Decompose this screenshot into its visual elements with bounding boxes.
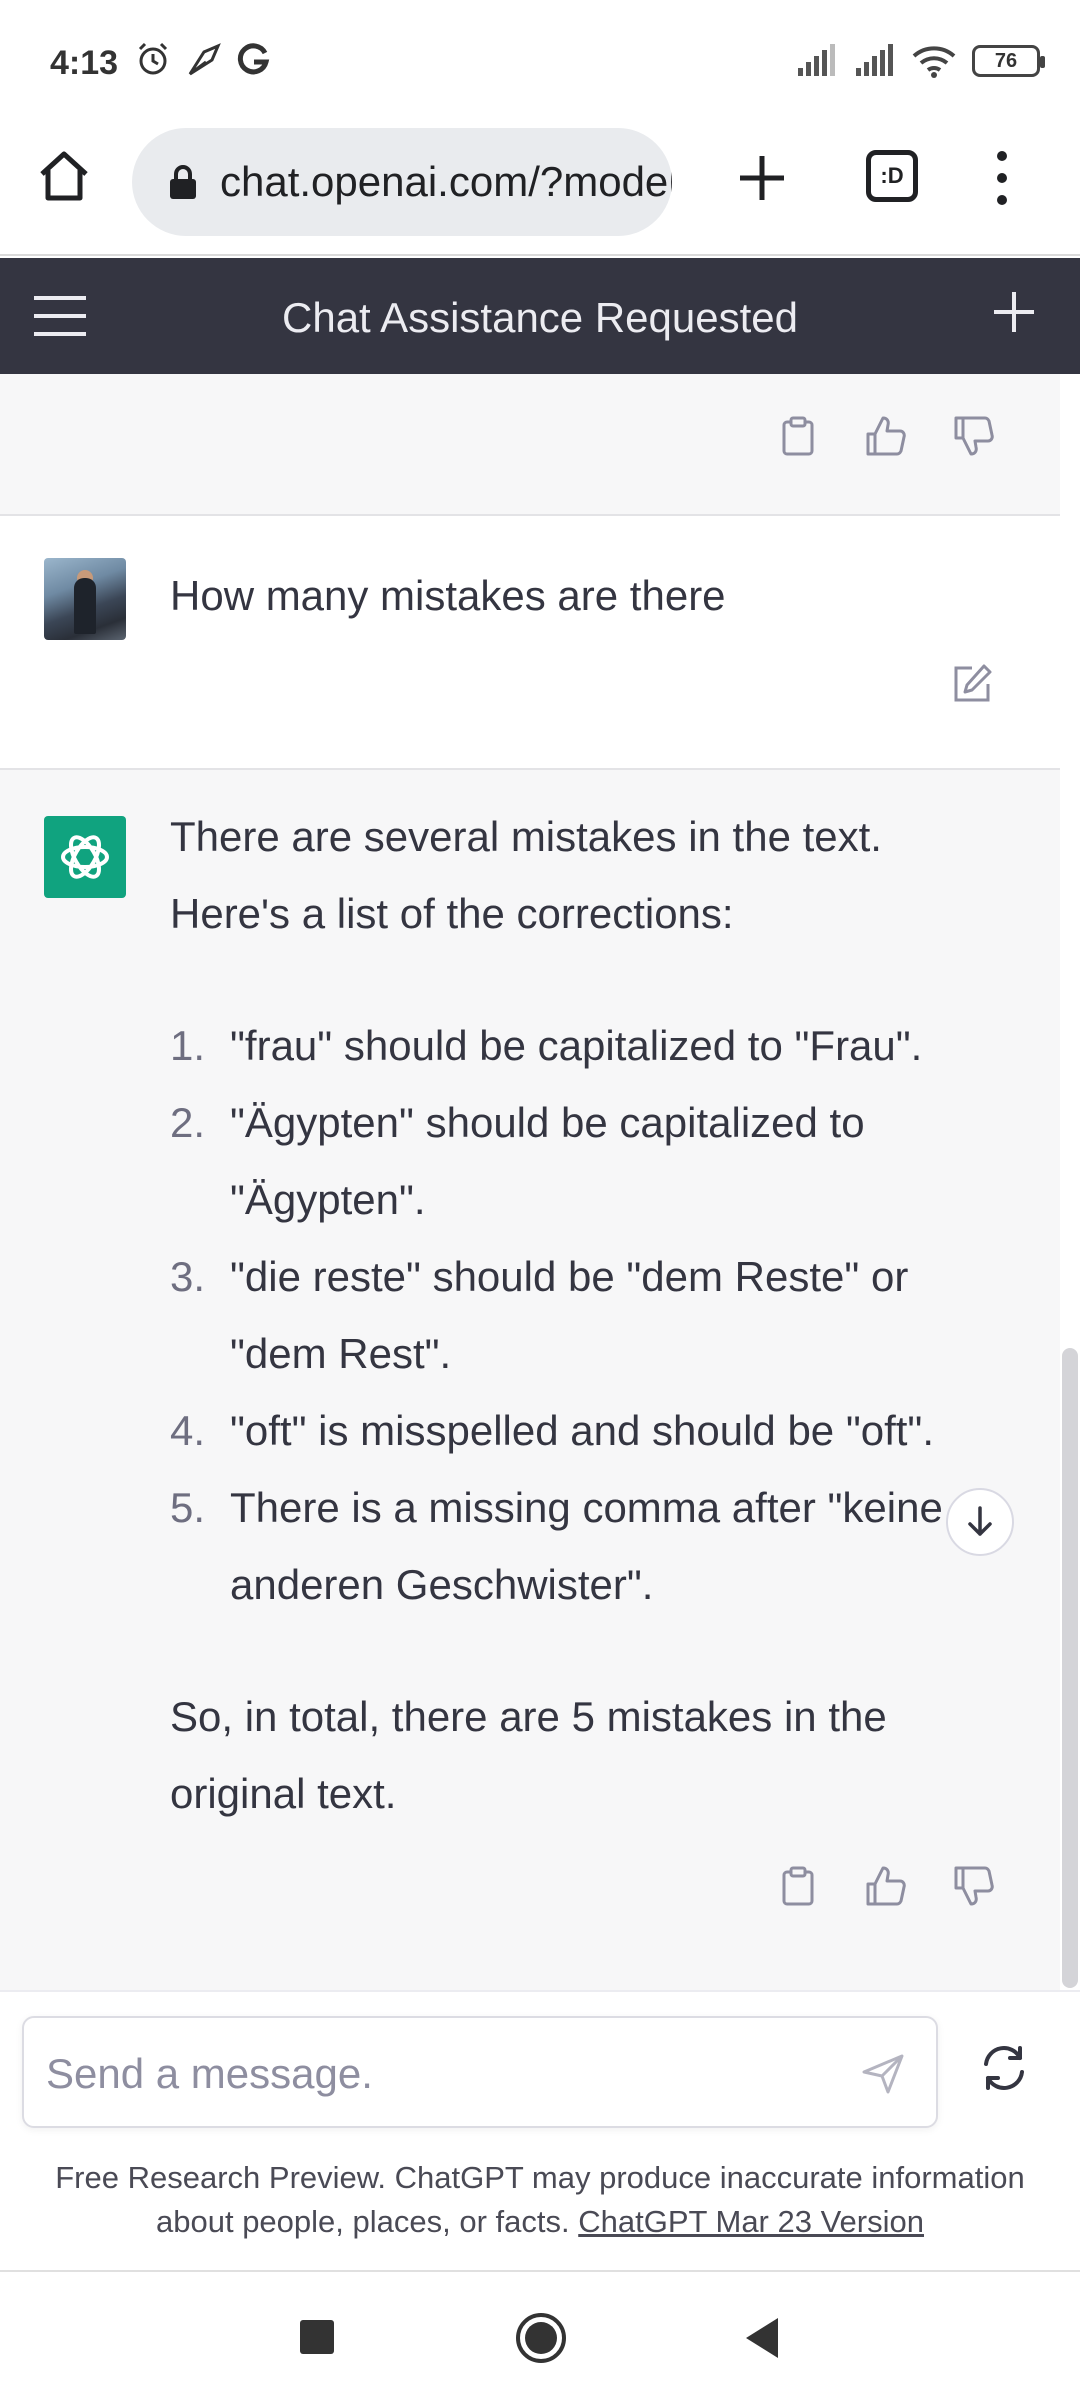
openai-logo-icon	[61, 835, 109, 879]
list-item: 4. "oft" is misspelled and should be "oft…	[170, 1407, 935, 1454]
assistant-intro: There are several mistakes in the text. …	[170, 813, 882, 937]
edit-icon[interactable]	[950, 662, 994, 706]
corrections-list: 1. "frau" should be capitalized to "Frau"…	[170, 1007, 1000, 1623]
chat-header: Chat Assistance Requested	[0, 258, 1080, 374]
home-icon[interactable]	[36, 148, 92, 204]
regenerate-icon[interactable]	[976, 2040, 1032, 2096]
assistant-avatar	[44, 816, 126, 898]
assistant-summary: So, in total, there are 5 mistakes in th…	[170, 1693, 887, 1817]
status-icons-left	[134, 40, 272, 78]
tab-switcher-button[interactable]: :D	[866, 150, 918, 202]
system-nav-bar	[0, 2270, 1080, 2400]
copy-icon[interactable]	[776, 1864, 820, 1908]
arrow-down-icon	[968, 1506, 992, 1536]
signal-icon	[856, 44, 893, 76]
assistant-message: There are several mistakes in the text. …	[0, 770, 1060, 1990]
status-bar: 4:13 76	[0, 0, 1080, 128]
status-icons-right: 76	[796, 44, 1045, 78]
thumbs-down-icon[interactable]	[952, 1864, 996, 1908]
send-icon[interactable]	[860, 2050, 906, 2096]
new-tab-icon[interactable]	[734, 150, 790, 206]
recents-icon[interactable]	[298, 2308, 336, 2368]
feather-icon	[188, 43, 221, 76]
disclaimer: Free Research Preview. ChatGPT may produ…	[30, 2156, 1050, 2244]
message-input[interactable]: Send a message.	[22, 2016, 938, 2128]
back-icon[interactable]	[742, 2308, 782, 2368]
conversation: How many mistakes are there There are se…	[0, 374, 1060, 1990]
list-item: 3. "die reste" should be "dem Reste" or "…	[170, 1253, 909, 1377]
battery-icon: 76	[972, 45, 1045, 77]
more-options-icon[interactable]	[990, 148, 1014, 208]
thumbs-up-icon[interactable]	[864, 414, 908, 458]
alarm-icon	[138, 42, 168, 75]
user-message-text: How many mistakes are there	[170, 572, 726, 619]
version-link[interactable]: ChatGPT Mar 23 Version	[578, 2204, 924, 2239]
address-bar[interactable]: chat.openai.com/?model=text-davinci-002-…	[132, 128, 672, 236]
google-icon	[237, 43, 270, 75]
message-input-placeholder[interactable]: Send a message.	[46, 2050, 373, 2098]
wifi-icon	[912, 46, 956, 78]
browser-toolbar: chat.openai.com/?model=text-davinci-002-…	[0, 128, 1080, 256]
thumbs-up-icon[interactable]	[864, 1864, 908, 1908]
list-item: 2. "Ägypten" should be capitalized to "Äg…	[170, 1099, 865, 1223]
scrollbar-thumb[interactable]	[1062, 1348, 1078, 1988]
user-avatar	[44, 558, 126, 640]
chat-title: Chat Assistance Requested	[282, 294, 798, 341]
list-item: 1. "frau" should be capitalized to "Frau"…	[170, 1022, 923, 1069]
thumbs-down-icon[interactable]	[952, 414, 996, 458]
list-item: 5. There is a missing comma after "keine …	[170, 1484, 943, 1608]
new-chat-icon[interactable]	[990, 288, 1038, 336]
signal-icon	[798, 44, 835, 76]
scroll-to-bottom-button[interactable]	[946, 1488, 1014, 1556]
assistant-message-text: There are several mistakes in the text. …	[170, 798, 1000, 1832]
composer: Send a message. Free Research Preview. C…	[0, 1990, 1080, 2270]
url-text[interactable]: chat.openai.com/?model=text-davinci-002-…	[220, 158, 672, 206]
status-time: 4:13	[50, 44, 119, 82]
previous-message-actions	[0, 374, 1060, 516]
user-message: How many mistakes are there	[0, 516, 1060, 770]
home-nav-icon[interactable]	[514, 2308, 568, 2368]
lock-icon	[170, 165, 196, 199]
copy-icon[interactable]	[776, 414, 820, 458]
